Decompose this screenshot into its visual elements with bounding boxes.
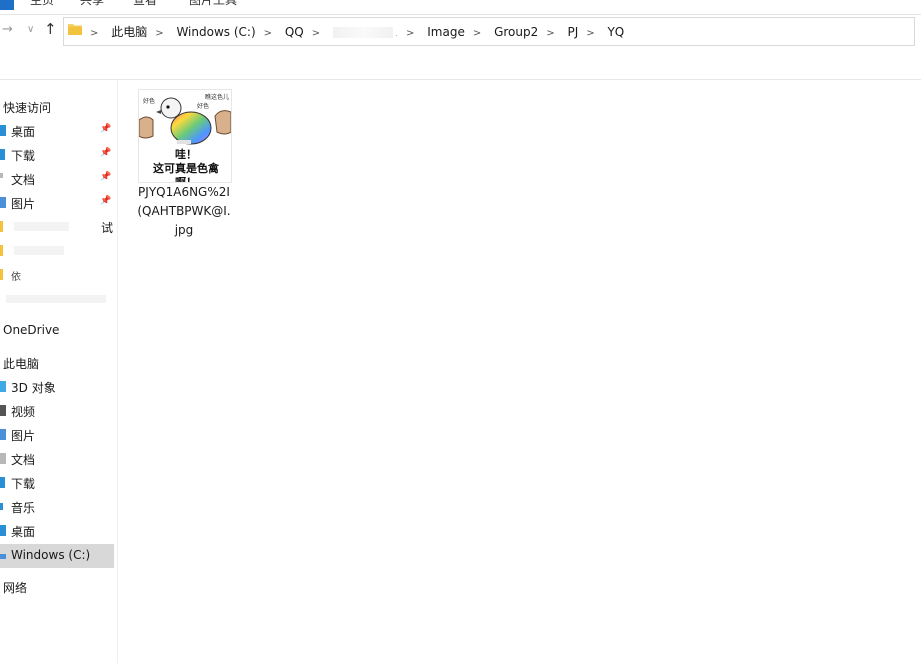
sidebar-item-label: 下载 xyxy=(11,149,36,163)
folder-icon xyxy=(68,24,82,35)
sidebar-item-label: 试 xyxy=(101,221,114,235)
tab-picture-tools[interactable]: 图片工具 xyxy=(189,0,237,8)
folder-icon xyxy=(0,221,3,232)
music-icon xyxy=(0,503,3,510)
thumb-small-text: 好色 xyxy=(143,98,156,105)
crumb-this-pc[interactable]: 此电脑 xyxy=(111,25,147,39)
sidebar-item-label: 图片 xyxy=(11,429,36,443)
sidebar-item-label: Windows (C:) xyxy=(11,548,91,562)
sidebar-network[interactable]: 网络 xyxy=(0,575,114,599)
redacted-label xyxy=(14,246,64,255)
sidebar-item-downloads[interactable]: 下载 xyxy=(0,471,114,495)
sidebar-quick-access[interactable]: 快速访问 xyxy=(0,95,114,119)
document-icon xyxy=(0,453,6,464)
breadcrumb: > 此电脑 > Windows (C:) > QQ > . > Image > Group… xyxy=(90,25,625,39)
pin-icon: 📌 xyxy=(100,172,112,182)
toolbar-strip xyxy=(0,48,921,80)
crumb-drive[interactable]: Windows (C:) xyxy=(176,25,255,39)
sidebar-item-label: 音乐 xyxy=(11,501,36,515)
folder-icon xyxy=(0,245,3,256)
sidebar-item-obscured[interactable]: 试 xyxy=(0,215,114,239)
crumb-yq[interactable]: YQ xyxy=(607,25,624,39)
thumb-line: 这可真是色禽啊！ xyxy=(153,162,219,183)
crumb-pj[interactable]: PJ xyxy=(567,25,578,39)
sidebar-onedrive[interactable]: OneDrive xyxy=(0,319,114,343)
forward-button[interactable]: → xyxy=(2,22,13,37)
sidebar-item-obscured[interactable] xyxy=(0,239,114,263)
sidebar-item-obscured[interactable]: 依 xyxy=(0,263,114,287)
file-tab[interactable] xyxy=(0,0,14,10)
crumb-group2[interactable]: Group2 xyxy=(494,25,538,39)
sidebar-item-downloads[interactable]: 下载 📌 xyxy=(0,143,114,167)
onedrive-label: OneDrive xyxy=(3,323,60,337)
this-pc-label: 此电脑 xyxy=(3,357,40,371)
thumb-small-text: 瞧这色儿 xyxy=(205,94,230,101)
address-field[interactable]: > 此电脑 > Windows (C:) > QQ > . > Image > Group… xyxy=(63,17,915,46)
sidebar-this-pc[interactable]: 此电脑 xyxy=(0,351,114,375)
address-bar-row: → ∨ ↑ > 此电脑 > Windows (C:) > QQ > . > Image >… xyxy=(0,15,921,47)
download-icon xyxy=(0,477,5,488)
redacted-label xyxy=(14,222,69,231)
video-icon xyxy=(0,405,6,416)
redacted-label xyxy=(6,295,106,303)
file-item[interactable]: 好色 瞧这色儿 好色 哇！ 这可真是色禽啊！ PJYQ1A6NG%2I (QAH… xyxy=(136,89,234,239)
thumb-caption-text: 哇！ 这可真是色禽啊！ xyxy=(143,148,229,183)
sidebar-item-label: 图片 xyxy=(11,197,36,211)
desktop-icon xyxy=(0,525,6,536)
drive-icon xyxy=(0,554,6,559)
sidebar-item-desktop[interactable]: 桌面 xyxy=(0,519,114,543)
tab-home[interactable]: 主页 xyxy=(30,0,54,8)
document-icon xyxy=(0,173,3,178)
picture-icon xyxy=(0,429,6,440)
sidebar-item-pictures[interactable]: 图片 📌 xyxy=(0,191,114,215)
sidebar-item-desktop[interactable]: 桌面 📌 xyxy=(0,119,114,143)
desktop-icon xyxy=(0,125,6,136)
file-name-line: jpg xyxy=(174,223,194,237)
crumb-image[interactable]: Image xyxy=(427,25,465,39)
network-label: 网络 xyxy=(3,581,28,595)
navigation-pane: 快速访问 桌面 📌 下载 📌 文档 📌 图片 📌 试 依 OneDrive 此电… xyxy=(0,80,118,663)
pin-icon: 📌 xyxy=(100,124,112,134)
sidebar-item-label: 视频 xyxy=(11,405,36,419)
thumb-small-text: 好色 xyxy=(197,103,210,110)
thumb-line: 哇！ xyxy=(175,148,197,161)
sidebar-item-label: 文档 xyxy=(11,173,36,187)
sidebar-item-obscured[interactable] xyxy=(0,287,114,311)
sidebar-item-music[interactable]: 音乐 xyxy=(0,495,114,519)
file-list: 好色 瞧这色儿 好色 哇！ 这可真是色禽啊！ PJYQ1A6NG%2I (QAH… xyxy=(118,80,921,663)
pin-icon: 📌 xyxy=(100,148,112,158)
crumb-redacted[interactable] xyxy=(332,27,393,38)
recent-locations-dropdown[interactable]: ∨ xyxy=(27,24,34,35)
pin-icon: 📌 xyxy=(100,196,112,206)
folder-icon xyxy=(0,269,3,280)
sidebar-item-videos[interactable]: 视频 xyxy=(0,399,114,423)
sidebar-item-pictures[interactable]: 图片 xyxy=(0,423,114,447)
tab-share[interactable]: 共享 xyxy=(80,0,104,8)
3d-objects-icon xyxy=(0,381,6,392)
file-name-line: (QAHTBPWK@I. xyxy=(137,204,231,218)
sidebar-item-documents[interactable]: 文档 📌 xyxy=(0,167,114,191)
sidebar-item-label: 3D 对象 xyxy=(11,381,56,395)
file-thumbnail: 好色 瞧这色儿 好色 哇！ 这可真是色禽啊！ xyxy=(138,89,232,183)
sidebar-item-label: 桌面 xyxy=(11,125,36,139)
sidebar-item-label: 下载 xyxy=(11,477,36,491)
tab-view[interactable]: 查看 xyxy=(133,0,157,8)
file-name-line: PJYQ1A6NG%2I xyxy=(138,185,230,199)
up-button[interactable]: ↑ xyxy=(44,20,57,38)
sidebar-item-label: 文档 xyxy=(11,453,36,467)
sidebar-item-label: 依 xyxy=(11,272,21,283)
sidebar-item-windows-c[interactable]: Windows (C:) xyxy=(0,544,114,568)
picture-icon xyxy=(0,197,6,208)
sidebar-item-label: 桌面 xyxy=(11,525,36,539)
file-name: PJYQ1A6NG%2I (QAHTBPWK@I. jpg xyxy=(136,183,232,240)
sidebar-item-documents[interactable]: 文档 xyxy=(0,447,114,471)
quick-access-label: 快速访问 xyxy=(3,101,52,115)
download-icon xyxy=(0,149,5,160)
sidebar-item-3d-objects[interactable]: 3D 对象 xyxy=(0,375,114,399)
ribbon-tab-strip: 主页 共享 查看 图片工具 xyxy=(0,0,921,15)
crumb-qq[interactable]: QQ xyxy=(285,25,304,39)
